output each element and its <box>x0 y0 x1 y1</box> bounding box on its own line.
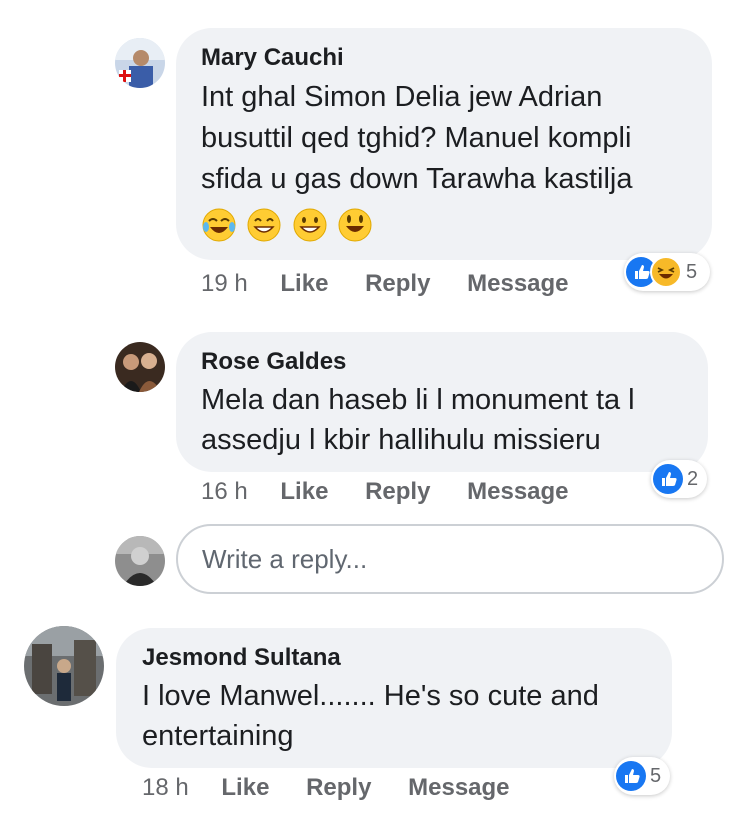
haha-reaction-icon <box>650 256 682 288</box>
avatar[interactable] <box>115 342 165 392</box>
reply-link[interactable]: Reply <box>365 478 430 505</box>
profile-photo-icon <box>115 342 165 392</box>
reaction-summary[interactable]: 5 <box>614 757 670 795</box>
reply-link[interactable]: Reply <box>306 774 371 801</box>
reply-input[interactable] <box>178 526 722 592</box>
comment-timestamp[interactable]: 19 h <box>201 270 248 297</box>
reaction-summary[interactable]: 2 <box>651 460 707 498</box>
like-reaction-icon <box>653 464 683 494</box>
comment-text-line: Int ghal Simon Delia jew Adrian <box>201 81 603 113</box>
avatar[interactable] <box>24 626 104 706</box>
grinning-emoji-icon <box>293 208 327 242</box>
profile-photo-icon <box>115 38 165 88</box>
message-link[interactable]: Message <box>467 270 568 297</box>
reaction-count: 5 <box>650 764 662 787</box>
comment-text-line: Mela dan haseb li l monument ta l <box>201 384 635 416</box>
reaction-count: 2 <box>687 467 699 490</box>
message-link[interactable]: Message <box>467 478 568 505</box>
reaction-count: 5 <box>686 260 698 283</box>
laughing-tears-emoji-icon <box>202 208 236 242</box>
comment-author[interactable]: Mary Cauchi <box>201 44 344 72</box>
comment-actions: 16 h Like Reply Message <box>201 478 569 506</box>
comment-text-line: busuttil qed tghid? Manuel kompli <box>201 122 632 154</box>
comment-author[interactable]: Rose Galdes <box>201 348 346 376</box>
comment-text-line: entertaining <box>142 720 294 752</box>
like-link[interactable]: Like <box>280 478 328 505</box>
profile-photo-icon <box>24 626 104 706</box>
like-reaction-icon <box>616 761 646 791</box>
message-link[interactable]: Message <box>408 774 509 801</box>
reaction-summary[interactable]: 5 <box>624 253 710 291</box>
emoji-row <box>201 207 378 243</box>
current-user-avatar <box>115 536 165 586</box>
like-link[interactable]: Like <box>280 270 328 297</box>
comment-text-line: sfida u gas down Tarawha kastilja <box>201 163 633 195</box>
comment-actions: 19 h Like Reply Message <box>201 270 569 298</box>
comment-timestamp[interactable]: 18 h <box>142 774 189 801</box>
smiley-emoji-icon <box>338 208 372 242</box>
comment-text-line: assedju l kbir hallihulu missieru <box>201 424 601 456</box>
grinning-squint-emoji-icon <box>247 208 281 242</box>
comment-text-line: I love Manwel....... He's so cute and <box>142 680 599 712</box>
comment-actions: 18 h Like Reply Message <box>142 774 510 802</box>
comment-timestamp[interactable]: 16 h <box>201 478 248 505</box>
profile-photo-icon <box>115 536 165 586</box>
avatar[interactable] <box>115 38 165 88</box>
comment-author[interactable]: Jesmond Sultana <box>142 644 341 672</box>
like-link[interactable]: Like <box>221 774 269 801</box>
reply-link[interactable]: Reply <box>365 270 430 297</box>
reply-input-box[interactable] <box>176 524 724 594</box>
